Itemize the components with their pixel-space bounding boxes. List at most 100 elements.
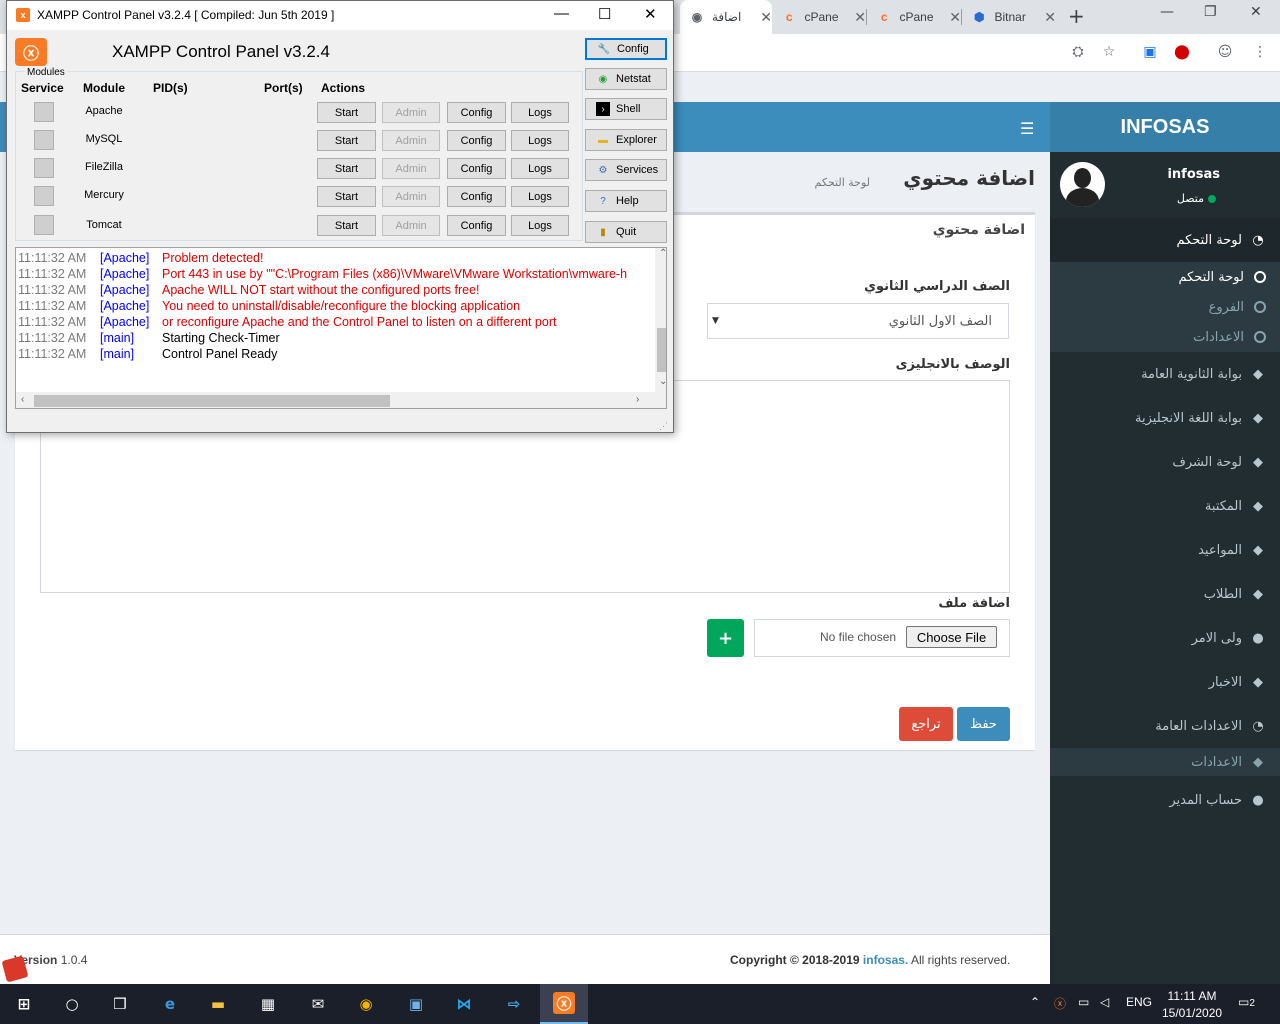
- minimize-icon[interactable]: —: [1160, 4, 1174, 20]
- close-icon[interactable]: ✕: [1044, 9, 1056, 26]
- sidebar-item-general-settings[interactable]: الاعدادات العامة ◔: [1050, 704, 1280, 748]
- help-button[interactable]: ? Help: [585, 190, 667, 212]
- log-panel[interactable]: 11:11:32 AM [Apache] Problem detected! 1…: [15, 247, 667, 409]
- sidebar-item-library[interactable]: المكتبة ◆: [1050, 484, 1280, 528]
- sidebar-item-secondary-portal[interactable]: بوابة الثانوية العامة ◆: [1050, 352, 1280, 396]
- breadcrumb[interactable]: لوحة التحكم: [815, 176, 870, 189]
- admin-button[interactable]: Admin: [382, 102, 440, 123]
- config-button[interactable]: Config: [447, 158, 506, 179]
- save-button[interactable]: حفظ: [957, 707, 1010, 741]
- sidebar-item-students[interactable]: الطلاب ◆: [1050, 572, 1280, 616]
- new-tab-icon[interactable]: +: [1068, 4, 1085, 28]
- browser-tab-active[interactable]: ◉ اضافة ✕: [680, 0, 772, 34]
- scroll-thumb[interactable]: [657, 328, 666, 372]
- sidebar-toggle-icon[interactable]: ☰: [1020, 119, 1034, 138]
- close-icon[interactable]: ✕: [760, 9, 772, 26]
- edge-button[interactable]: e: [146, 984, 194, 1024]
- admin-button[interactable]: Admin: [382, 186, 440, 207]
- scroll-left-icon[interactable]: ‹: [21, 394, 24, 405]
- submenu-item-dashboard[interactable]: لوحة التحكم: [1050, 262, 1280, 292]
- logs-button[interactable]: Logs: [511, 215, 569, 236]
- scroll-right-icon[interactable]: ›: [636, 394, 639, 405]
- services-button[interactable]: ⚙ Services: [585, 159, 667, 181]
- close-icon[interactable]: ✕: [854, 9, 866, 26]
- config-button[interactable]: Config: [447, 130, 506, 151]
- browser-tab[interactable]: c cPane ✕: [772, 0, 866, 34]
- logs-button[interactable]: Logs: [511, 102, 569, 123]
- service-checkbox[interactable]: [34, 130, 54, 150]
- deploy-button[interactable]: ⇨: [490, 984, 538, 1024]
- browser-tab[interactable]: ⬢ Bitnar ✕: [962, 0, 1056, 34]
- grade-select[interactable]: الصف الاول الثانوي: [707, 303, 1009, 339]
- logs-button[interactable]: Logs: [511, 186, 569, 207]
- admin-button[interactable]: Admin: [382, 130, 440, 151]
- xampp-tray-icon[interactable]: ⓧ: [1054, 995, 1066, 1012]
- mail-button[interactable]: ✉: [294, 984, 342, 1024]
- start-button[interactable]: Start: [317, 186, 376, 207]
- volume-muted-icon[interactable]: ◁: [1100, 995, 1109, 1009]
- scroll-down-icon[interactable]: ⌄: [659, 376, 666, 387]
- service-checkbox[interactable]: [34, 186, 54, 206]
- maximize-icon[interactable]: ☐: [598, 5, 611, 23]
- explorer-button[interactable]: ▬ Explorer: [585, 129, 667, 151]
- service-checkbox[interactable]: [34, 102, 54, 122]
- brand-logo[interactable]: INFOSAS: [1050, 102, 1280, 152]
- store-button[interactable]: ▦: [244, 984, 292, 1024]
- start-button[interactable]: ⊞: [0, 984, 48, 1024]
- admin-button[interactable]: Admin: [382, 215, 440, 236]
- sidebar-item-dashboard[interactable]: لوحة التحكم ◔: [1050, 218, 1280, 262]
- start-button[interactable]: Start: [317, 215, 376, 236]
- remote-desktop-button[interactable]: ▣: [392, 984, 440, 1024]
- cortana-button[interactable]: ○: [48, 984, 96, 1024]
- menu-dots-icon[interactable]: ⋮: [1250, 42, 1270, 62]
- browser-tab[interactable]: c cPane ✕: [867, 0, 961, 34]
- logs-button[interactable]: Logs: [511, 158, 569, 179]
- service-checkbox[interactable]: [34, 158, 54, 178]
- sidebar-item-honor-board[interactable]: لوحة الشرف ◆: [1050, 440, 1280, 484]
- close-icon[interactable]: ✕: [644, 5, 657, 23]
- xampp-taskbar-button[interactable]: ⓧ: [540, 984, 588, 1024]
- chrome-button[interactable]: ◉: [342, 984, 390, 1024]
- xampp-titlebar[interactable]: x XAMPP Control Panel v3.2.4 [ Compiled:…: [7, 1, 673, 30]
- resize-grip-icon[interactable]: ⋰: [659, 421, 668, 432]
- admin-button[interactable]: Admin: [382, 158, 440, 179]
- vertical-scrollbar[interactable]: ⌃ ⌄: [655, 248, 666, 394]
- choose-file-button[interactable]: Choose File: [906, 626, 997, 648]
- vscode-button[interactable]: ⋈: [440, 984, 488, 1024]
- netstat-button[interactable]: ◉ Netstat: [585, 68, 667, 90]
- service-checkbox[interactable]: [34, 215, 54, 235]
- restore-icon[interactable]: ❐: [1204, 4, 1217, 20]
- scroll-up-icon[interactable]: ⌃: [659, 248, 666, 259]
- profile-avatar-icon[interactable]: ☺: [1215, 42, 1235, 62]
- config-side-button[interactable]: 🔧 Config: [585, 38, 667, 60]
- system-clock[interactable]: 11:11 AM 15/01/2020: [1162, 988, 1222, 1022]
- shell-button[interactable]: › Shell: [585, 98, 667, 120]
- network-icon[interactable]: ▭: [1078, 995, 1089, 1009]
- translate-icon[interactable]: ⛭: [1068, 42, 1088, 62]
- submenu-item-branches[interactable]: الفروع: [1050, 292, 1280, 322]
- add-file-button[interactable]: +: [707, 619, 744, 657]
- horizontal-scrollbar[interactable]: ‹ ›: [16, 392, 666, 408]
- show-hidden-icons-icon[interactable]: ⌃: [1030, 995, 1040, 1009]
- file-explorer-button[interactable]: ▬: [194, 984, 242, 1024]
- sidebar-item-news[interactable]: الاخبار ◆: [1050, 660, 1280, 704]
- back-button[interactable]: تراجع: [899, 707, 953, 741]
- sidebar-item-parents[interactable]: ولى الامر ●: [1050, 616, 1280, 660]
- language-indicator[interactable]: ENG: [1126, 995, 1152, 1009]
- config-button[interactable]: Config: [447, 186, 506, 207]
- start-button[interactable]: Start: [317, 130, 376, 151]
- sidebar-item-admin-account[interactable]: حساب المدير ●: [1050, 778, 1280, 822]
- logs-button[interactable]: Logs: [511, 130, 569, 151]
- config-button[interactable]: Config: [447, 215, 506, 236]
- sidebar-item-settings[interactable]: الاعدادات ◆: [1050, 748, 1280, 776]
- bookmark-star-icon[interactable]: ☆: [1099, 42, 1119, 62]
- extension-icon[interactable]: ▣: [1140, 42, 1160, 62]
- sidebar-item-english-portal[interactable]: بوابة اللغة الانجليزية ◆: [1050, 396, 1280, 440]
- opera-extension-icon[interactable]: ⬤: [1172, 42, 1192, 62]
- start-button[interactable]: Start: [317, 102, 376, 123]
- footer-link[interactable]: infosas.: [863, 953, 908, 967]
- config-button[interactable]: Config: [447, 102, 506, 123]
- task-view-button[interactable]: ❒: [96, 984, 144, 1024]
- minimize-icon[interactable]: —: [554, 5, 569, 22]
- submenu-item-settings[interactable]: الاعدادات: [1050, 322, 1280, 352]
